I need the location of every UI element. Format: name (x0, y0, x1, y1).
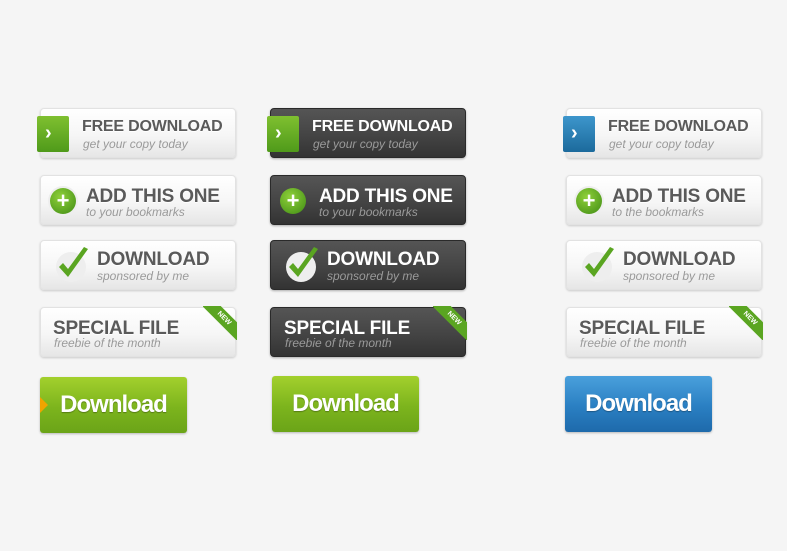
button-subtitle: get your copy today (83, 137, 188, 151)
add-this-one-button[interactable]: + ADD THIS ONE to your bookmarks (40, 175, 236, 225)
button-subtitle: freebie of the month (54, 336, 161, 350)
button-subtitle: sponsored by me (623, 269, 716, 283)
download-sponsored-button-dark[interactable]: DOWNLOAD sponsored by me (270, 240, 466, 290)
button-subtitle: freebie of the month (285, 336, 392, 350)
download-big-button-green[interactable]: Download (272, 376, 419, 432)
button-label: Download (585, 390, 693, 417)
chevron-right-icon: › (37, 116, 69, 152)
arrow-icon (40, 397, 48, 413)
checkmark-icon (56, 247, 88, 282)
button-subtitle: to your bookmarks (319, 205, 418, 219)
button-subtitle: get your copy today (609, 137, 714, 151)
button-subtitle: get your copy today (313, 137, 418, 151)
download-big-button[interactable]: Download (40, 377, 187, 433)
add-this-one-button-alt[interactable]: + ADD THIS ONE to the bookmarks (566, 175, 762, 225)
button-subtitle: sponsored by me (97, 269, 190, 283)
button-label: Download (292, 390, 400, 417)
button-title: FREE DOWNLOAD (82, 118, 223, 135)
button-title: DOWNLOAD (97, 249, 210, 270)
special-file-button[interactable]: NEW SPECIAL FILE freebie of the month (40, 306, 237, 357)
button-title: DOWNLOAD (327, 249, 440, 270)
button-title: DOWNLOAD (623, 249, 736, 270)
plus-icon: + (50, 188, 76, 214)
download-big-button-blue[interactable]: Download (565, 376, 712, 432)
plus-icon: + (576, 188, 602, 214)
download-sponsored-button[interactable]: DOWNLOAD sponsored by me (40, 240, 236, 290)
button-subtitle: to the bookmarks (612, 205, 705, 219)
add-this-one-button-dark[interactable]: + ADD THIS ONE to your bookmarks (270, 175, 466, 225)
download-sponsored-button-alt[interactable]: DOWNLOAD sponsored by me (566, 240, 762, 290)
button-subtitle: to your bookmarks (86, 205, 185, 219)
chevron-right-icon: › (563, 116, 595, 152)
free-download-button[interactable]: › FREE DOWNLOAD get your copy today (37, 108, 236, 158)
chevron-right-icon: › (267, 116, 299, 152)
new-ribbon: NEW (433, 306, 467, 340)
special-file-button-dark[interactable]: NEW SPECIAL FILE freebie of the month (270, 306, 467, 357)
special-file-button-alt[interactable]: NEW SPECIAL FILE freebie of the month (566, 306, 763, 357)
free-download-button-dark[interactable]: › FREE DOWNLOAD get your copy today (267, 108, 466, 158)
button-label: Download (60, 391, 168, 418)
free-download-button-blue[interactable]: › FREE DOWNLOAD get your copy today (563, 108, 762, 158)
plus-icon: + (280, 188, 306, 214)
checkmark-icon (286, 247, 318, 282)
new-ribbon: NEW (729, 306, 763, 340)
button-subtitle: sponsored by me (327, 269, 420, 283)
checkmark-icon (582, 247, 614, 282)
new-ribbon: NEW (203, 306, 237, 340)
button-subtitle: freebie of the month (580, 336, 687, 350)
button-title: FREE DOWNLOAD (312, 118, 453, 135)
button-title: FREE DOWNLOAD (608, 118, 749, 135)
